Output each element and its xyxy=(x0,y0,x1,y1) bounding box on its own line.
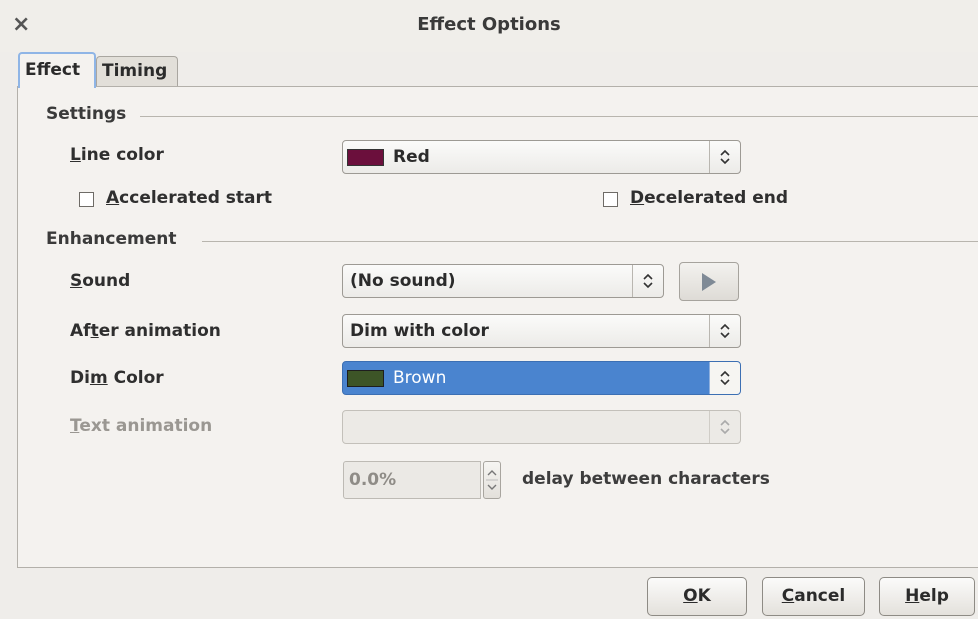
chevron-updown-icon xyxy=(709,362,740,394)
decelerated-end-checkbox[interactable] xyxy=(603,192,618,207)
dim-color-value: Brown xyxy=(393,368,447,388)
chevron-updown-icon xyxy=(709,315,740,347)
chevron-updown-icon xyxy=(632,265,663,297)
settings-separator xyxy=(140,116,978,117)
color-swatch xyxy=(347,149,384,166)
color-swatch xyxy=(347,370,384,387)
enhancement-separator xyxy=(202,241,978,242)
after-animation-label: After animation xyxy=(70,321,221,341)
line-color-select[interactable]: Red xyxy=(342,140,741,174)
cancel-button[interactable]: Cancel xyxy=(762,577,865,616)
after-animation-value: Dim with color xyxy=(350,321,489,341)
chevron-updown-icon xyxy=(709,411,740,443)
tab-label: Effect xyxy=(25,60,81,80)
tab-label: Timing xyxy=(102,61,168,81)
decelerated-end-label: Decelerated end xyxy=(630,188,789,208)
tab-timing[interactable]: Timing xyxy=(96,56,178,86)
help-button[interactable]: Help xyxy=(879,577,975,616)
accelerated-start-checkbox[interactable] xyxy=(79,192,94,207)
after-animation-select[interactable]: Dim with color xyxy=(342,314,741,348)
stepper-arrows-icon xyxy=(486,470,498,490)
delay-spinbox[interactable]: 0.0% xyxy=(343,461,508,499)
sound-select[interactable]: (No sound) xyxy=(342,264,664,298)
delay-value: 0.0% xyxy=(349,470,397,490)
text-animation-label: Text animation xyxy=(70,416,213,436)
line-color-label: Line color xyxy=(70,145,164,165)
dim-color-label: Dim Color xyxy=(70,368,164,388)
play-icon xyxy=(702,273,716,291)
sound-label: Sound xyxy=(70,271,131,291)
sound-value: (No sound) xyxy=(350,271,456,291)
play-button[interactable] xyxy=(679,262,739,301)
window-title: Effect Options xyxy=(417,14,561,35)
enhancement-group-title: Enhancement xyxy=(46,229,177,249)
tab-effect[interactable]: Effect xyxy=(18,52,96,88)
ok-button[interactable]: OK xyxy=(647,577,747,616)
line-color-value: Red xyxy=(393,147,430,167)
accelerated-start-label: Accelerated start xyxy=(106,188,273,208)
chevron-updown-icon xyxy=(709,141,740,173)
text-animation-select[interactable] xyxy=(342,410,741,444)
settings-group-title: Settings xyxy=(46,104,127,124)
dim-color-select[interactable]: Brown xyxy=(342,361,741,395)
delay-stepper[interactable] xyxy=(483,461,501,499)
delay-label: delay between characters xyxy=(522,469,770,489)
delay-input[interactable]: 0.0% xyxy=(343,461,481,499)
